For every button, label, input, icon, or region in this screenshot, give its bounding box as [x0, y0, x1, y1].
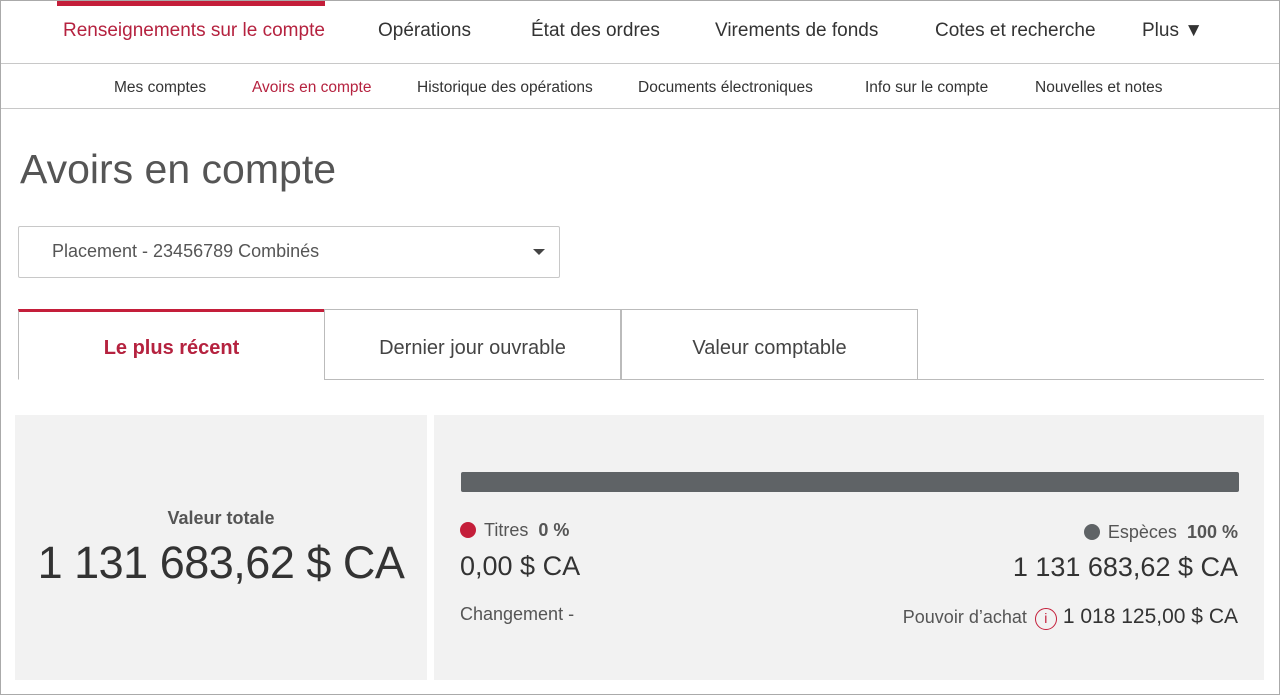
active-nav-indicator: [57, 0, 325, 6]
tab-valeur-comptable[interactable]: Valeur comptable: [621, 309, 918, 380]
page-title: Avoirs en compte: [20, 146, 337, 192]
tab-dernier-jour[interactable]: Dernier jour ouvrable: [324, 309, 621, 380]
especes-dot-icon: [1083, 524, 1100, 540]
buying-power-value: 1 018 125,00 $ CA: [1062, 605, 1238, 628]
total-value-panel: Valeur totale 1 131 683,62 $ CA: [15, 415, 427, 680]
total-label: Valeur totale: [167, 508, 275, 528]
subnav-nouvelles[interactable]: Nouvelles et notes: [1035, 79, 1163, 97]
sub-nav: Mes comptes Avoirs en compte Historique …: [0, 64, 1280, 109]
titres-dot-icon: [460, 522, 476, 538]
allocation-panel: Titres 0 % 0,00 $ CA Changement - Espèce…: [434, 415, 1264, 680]
buying-power-label: Pouvoir d’achat: [902, 607, 1027, 627]
especes-value: 1 131 683,62 $ CA: [1012, 552, 1238, 582]
especes-percent: 100 %: [1186, 522, 1238, 542]
nav-plus-menu[interactable]: Plus ▼: [1142, 20, 1203, 42]
nav-operations[interactable]: Opérations: [378, 20, 471, 42]
subnav-mes-comptes[interactable]: Mes comptes: [114, 79, 206, 97]
subnav-info[interactable]: Info sur le compte: [865, 79, 988, 97]
especes-legend: Espèces 100 %: [1083, 522, 1238, 543]
nav-renseignements[interactable]: Renseignements sur le compte: [63, 20, 325, 42]
chevron-down-icon: [533, 249, 545, 255]
nav-etat-ordres[interactable]: État des ordres: [531, 20, 660, 42]
buying-power: Pouvoir d’achat i 1 018 125,00 $ CA: [903, 605, 1238, 630]
titres-value: 0,00 $ CA: [460, 551, 581, 581]
change-label: Changement -: [460, 604, 575, 624]
titres-label: Titres: [484, 520, 529, 540]
top-nav: Renseignements sur le compte Opérations …: [0, 0, 1280, 64]
subnav-historique[interactable]: Historique des opérations: [417, 79, 593, 97]
tab-le-plus-recent[interactable]: Le plus récent: [18, 309, 325, 380]
subnav-avoirs[interactable]: Avoirs en compte: [252, 79, 371, 97]
allocation-bar: [461, 472, 1239, 492]
subnav-documents[interactable]: Documents électroniques: [638, 79, 813, 97]
account-select-value: Placement - 23456789 Combinés: [52, 241, 320, 261]
nav-cotes[interactable]: Cotes et recherche: [935, 20, 1096, 42]
titres-legend: Titres 0 %: [460, 520, 569, 541]
total-value: 1 131 683,62 $ CA: [37, 537, 405, 588]
info-icon[interactable]: i: [1034, 608, 1057, 630]
titres-percent: 0 %: [538, 520, 570, 540]
especes-label: Espèces: [1107, 522, 1177, 542]
account-select[interactable]: Placement - 23456789 Combinés: [18, 226, 560, 278]
nav-virements[interactable]: Virements de fonds: [715, 20, 878, 42]
